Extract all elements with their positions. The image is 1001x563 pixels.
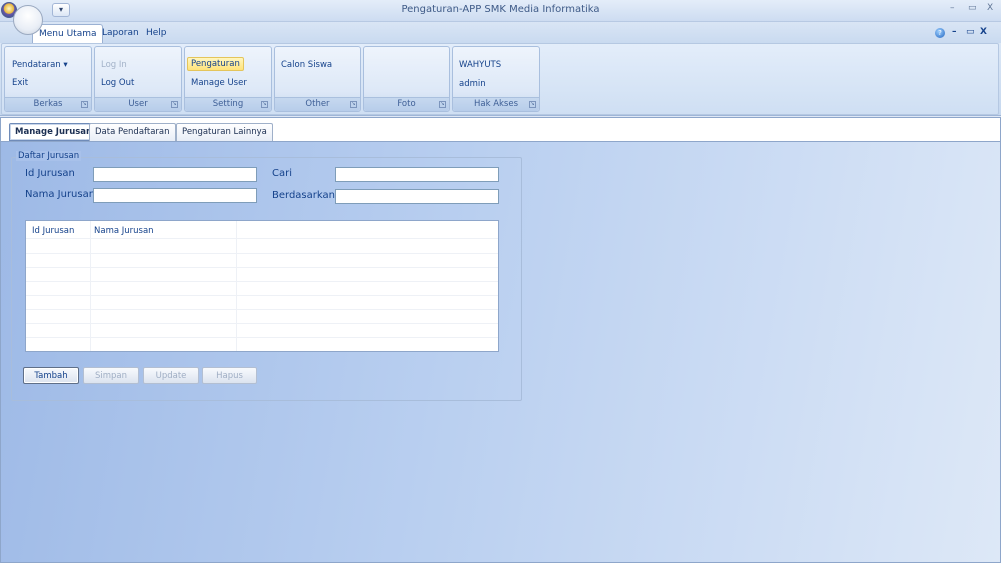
help-icon[interactable]: ? <box>935 28 945 38</box>
restore-button[interactable]: ▭ <box>968 3 977 13</box>
hapus-button[interactable]: Hapus <box>202 367 257 384</box>
close-button[interactable]: X <box>987 3 993 13</box>
jurusan-data-grid[interactable]: Id Jurusan Nama Jurusan <box>25 220 499 352</box>
log-out-button[interactable]: Log Out <box>101 78 134 88</box>
nama-jurusan-label: Nama Jurusan <box>25 189 96 200</box>
foto-dialog-launcher-icon[interactable]: ↘ <box>439 101 446 108</box>
calon-siswa-button[interactable]: Calon Siswa <box>281 60 332 70</box>
mdi-minimize-button[interactable]: – <box>952 27 957 37</box>
grid-row-line <box>26 295 498 296</box>
window-title: Pengaturan-APP SMK Media Informatika <box>401 4 600 15</box>
cari-input[interactable] <box>335 167 499 182</box>
ribbon-group-user: Log In Log Out User ↘ <box>94 46 182 112</box>
manage-user-button[interactable]: Manage User <box>191 78 247 88</box>
group-label-other: Other <box>275 97 360 111</box>
group-label-setting: Setting <box>185 97 271 111</box>
update-button[interactable]: Update <box>143 367 199 384</box>
other-dialog-launcher-icon[interactable]: ↘ <box>350 101 357 108</box>
pendataran-dropdown-button[interactable]: Pendataran ▾ <box>12 60 68 70</box>
group-label-hak-akses: Hak Akses <box>453 97 539 111</box>
berdasarkan-input[interactable] <box>335 189 499 204</box>
exit-button[interactable]: Exit <box>12 78 28 88</box>
group-label-berkas: Berkas <box>5 97 91 111</box>
tab-manage-jurusan[interactable]: Manage Jurusan <box>9 123 99 141</box>
tab-data-pendaftaran[interactable]: Data Pendaftaran <box>89 123 176 141</box>
grid-row-line <box>26 267 498 268</box>
mdi-restore-button[interactable]: ▭ <box>966 27 975 37</box>
id-jurusan-label: Id Jurusan <box>25 168 75 179</box>
mdi-content-area: Manage Jurusan Data Pendaftaran Pengatur… <box>0 117 1001 563</box>
pengaturan-button[interactable]: Pengaturan <box>187 57 244 71</box>
ribbon-tab-bar: Menu Utama Laporan Help ? – ▭ X <box>0 22 1001 43</box>
tab-pengaturan-lainnya[interactable]: Pengaturan Lainnya <box>176 123 273 141</box>
tab-menu-utama[interactable]: Menu Utama <box>32 24 103 43</box>
grid-row-line <box>26 281 498 282</box>
log-in-button[interactable]: Log In <box>101 60 127 70</box>
column-header-nama-jurusan[interactable]: Nama Jurusan <box>94 226 154 236</box>
grid-row-line <box>26 323 498 324</box>
tab-help[interactable]: Help <box>141 24 172 43</box>
grid-column-divider <box>90 221 91 351</box>
application-menu-button[interactable] <box>13 5 43 35</box>
column-header-id-jurusan[interactable]: Id Jurusan <box>32 226 74 236</box>
groupbox-legend: Daftar Jurusan <box>16 151 82 161</box>
tambah-button[interactable]: Tambah <box>23 367 79 384</box>
user-dialog-launcher-icon[interactable]: ↘ <box>171 101 178 108</box>
grid-header: Id Jurusan Nama Jurusan <box>26 221 498 239</box>
ribbon-group-berkas: Pendataran ▾ Exit Berkas ↘ <box>4 46 92 112</box>
setting-dialog-launcher-icon[interactable]: ↘ <box>261 101 268 108</box>
ribbon-group-setting: Pengaturan Manage User Setting ↘ <box>184 46 272 112</box>
ribbon: Pendataran ▾ Exit Berkas ↘ Log In Log Ou… <box>0 43 1001 116</box>
mdi-close-button[interactable]: X <box>980 27 987 37</box>
grid-row-line <box>26 309 498 310</box>
id-jurusan-input[interactable] <box>93 167 257 182</box>
berdasarkan-label: Berdasarkan <box>272 190 335 201</box>
group-label-foto: Foto <box>364 97 449 111</box>
title-bar: ▾ Pengaturan-APP SMK Media Informatika –… <box>0 0 1001 35</box>
simpan-button[interactable]: Simpan <box>83 367 139 384</box>
cari-label: Cari <box>272 168 292 179</box>
username-label: WAHYUTS <box>459 60 502 70</box>
nama-jurusan-input[interactable] <box>93 188 257 203</box>
grid-column-divider <box>236 221 237 351</box>
berkas-dialog-launcher-icon[interactable]: ↘ <box>81 101 88 108</box>
grid-row-line <box>26 253 498 254</box>
tab-laporan[interactable]: Laporan <box>97 24 144 43</box>
ribbon-panel: Pendataran ▾ Exit Berkas ↘ Log In Log Ou… <box>1 43 999 115</box>
grid-row-line <box>26 337 498 338</box>
ribbon-group-hak-akses: WAHYUTS admin Hak Akses ↘ <box>452 46 540 112</box>
ribbon-group-foto: Foto ↘ <box>363 46 450 112</box>
group-label-user: User <box>95 97 181 111</box>
minimize-button[interactable]: – <box>950 3 955 13</box>
hak-akses-dialog-launcher-icon[interactable]: ↘ <box>529 101 536 108</box>
user-role-label: admin <box>459 79 486 89</box>
document-tab-strip: Manage Jurusan Data Pendaftaran Pengatur… <box>1 118 1000 142</box>
ribbon-group-other: Calon Siswa Other ↘ <box>274 46 361 112</box>
